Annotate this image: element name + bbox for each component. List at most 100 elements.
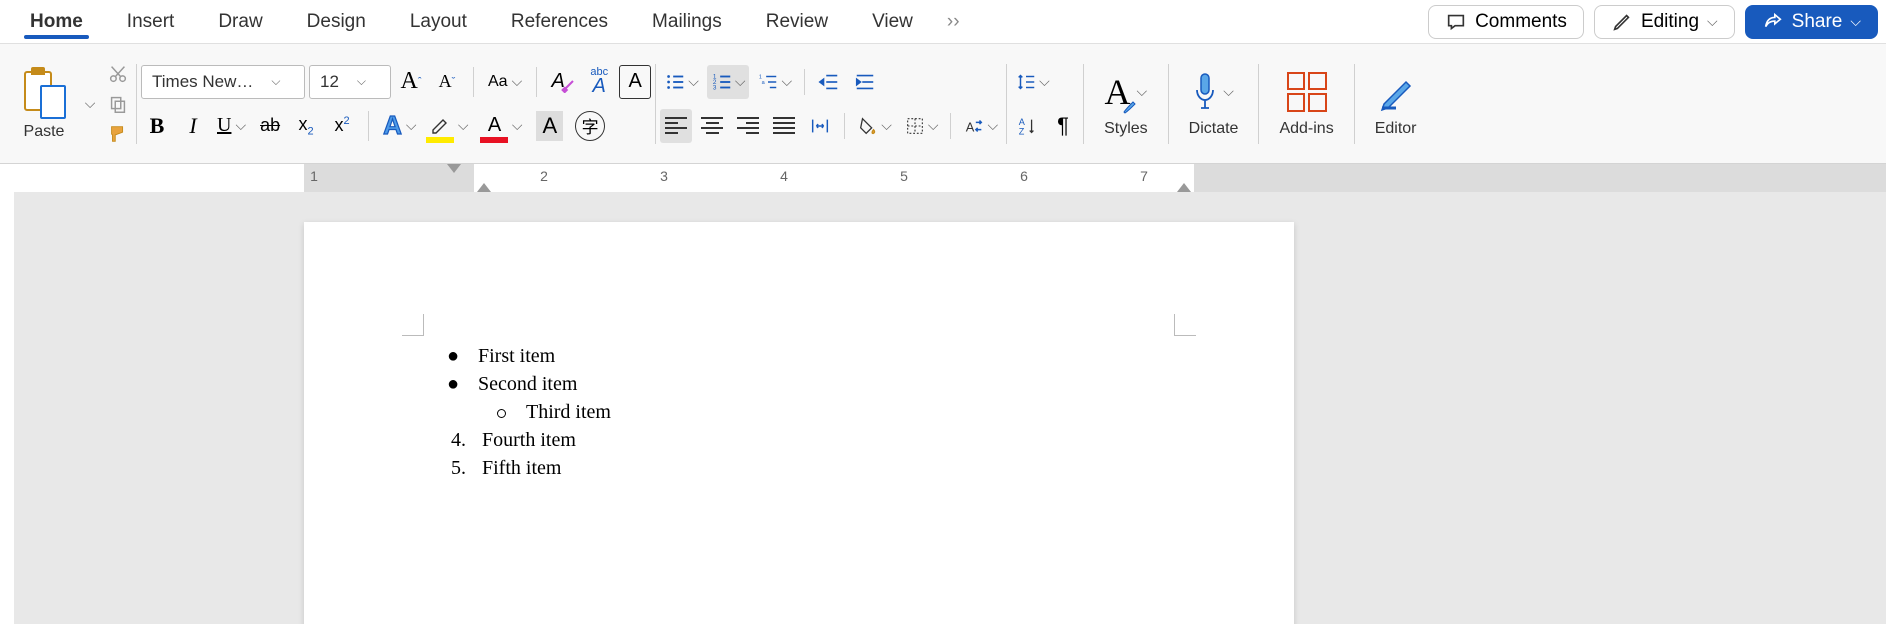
font-size-combo[interactable]: 12⌵ xyxy=(309,65,391,99)
copy-button[interactable] xyxy=(104,92,132,116)
borders-button[interactable]: ⌵ xyxy=(900,109,943,143)
tab-home[interactable]: Home xyxy=(8,0,105,43)
tab-insert[interactable]: Insert xyxy=(105,0,197,43)
editor-icon xyxy=(1376,72,1416,112)
numbered-list-button[interactable]: 123 ⌵ xyxy=(707,65,750,99)
addins-button[interactable]: Add-ins xyxy=(1263,66,1349,142)
list-item[interactable]: ●First item xyxy=(444,342,1194,370)
styles-icon: A xyxy=(1105,71,1131,113)
list-item[interactable]: Third item xyxy=(444,398,1194,426)
ruler-tick-label: 7 xyxy=(1140,168,1148,184)
share-icon xyxy=(1762,11,1784,33)
ruler-tick-label: 4 xyxy=(780,168,788,184)
tab-layout[interactable]: Layout xyxy=(388,0,489,43)
sort-button[interactable]: AZ xyxy=(1011,109,1043,143)
first-line-indent-marker[interactable] xyxy=(447,164,461,173)
tabs-overflow-icon[interactable]: ›› xyxy=(935,11,972,33)
margin-corner xyxy=(402,314,424,336)
dictate-button[interactable]: ⌵ Dictate xyxy=(1173,66,1255,142)
multilevel-list-button[interactable]: 1a ⌵ xyxy=(753,65,796,99)
justify-button[interactable] xyxy=(768,109,800,143)
hanging-indent-marker[interactable] xyxy=(477,183,491,192)
tab-view[interactable]: View xyxy=(850,0,935,43)
styles-button[interactable]: A ⌵ Styles xyxy=(1088,66,1164,142)
align-left-button[interactable] xyxy=(660,109,692,143)
decrease-indent-button[interactable] xyxy=(813,65,845,99)
ruler-tick-label: 3 xyxy=(660,168,668,184)
ribbon-home: Paste ⌵ Times New…⌵ 12⌵ Aˆ Aˇ Aa⌵ xyxy=(0,44,1886,164)
ruler[interactable]: 1 2 3 4 5 6 7 xyxy=(0,164,1886,192)
text-direction-button[interactable]: A ⌵ xyxy=(959,109,1002,143)
comments-button[interactable]: Comments xyxy=(1428,5,1584,39)
chevron-down-icon: ⌵ xyxy=(263,74,288,89)
svg-text:3: 3 xyxy=(713,84,717,91)
change-case-button[interactable]: Aa⌵ xyxy=(484,65,526,99)
format-painter-button[interactable] xyxy=(104,122,132,146)
addins-icon xyxy=(1287,72,1327,112)
editing-mode-button[interactable]: Editing ⌵ xyxy=(1594,5,1735,39)
vertical-ruler[interactable] xyxy=(0,192,14,624)
editor-button[interactable]: Editor xyxy=(1359,66,1433,142)
tab-draw[interactable]: Draw xyxy=(196,0,284,43)
align-center-button[interactable] xyxy=(696,109,728,143)
paste-menu-chevron[interactable]: ⌵ xyxy=(76,92,104,116)
chevron-down-icon: ⌵ xyxy=(1707,13,1718,30)
clear-format-button[interactable]: A xyxy=(547,65,579,99)
italic-button[interactable]: I xyxy=(177,109,209,143)
list-item[interactable]: 5.Fifth item xyxy=(444,454,1194,482)
font-name-combo[interactable]: Times New…⌵ xyxy=(141,65,305,99)
ruler-tick-label: 1 xyxy=(310,168,318,184)
ribbon-tabs: Home Insert Draw Design Layout Reference… xyxy=(0,0,1886,44)
superscript-button[interactable]: x2 xyxy=(326,109,358,143)
right-indent-marker[interactable] xyxy=(1177,183,1191,192)
bulleted-list-button[interactable]: ⌵ xyxy=(660,65,703,99)
tab-design[interactable]: Design xyxy=(285,0,388,43)
subscript-button[interactable]: x2 xyxy=(290,109,322,143)
tab-review[interactable]: Review xyxy=(744,0,850,43)
document-canvas: ●First item ●Second item Third item 4.Fo… xyxy=(0,192,1886,624)
phonetic-guide-button[interactable]: abc A xyxy=(583,65,615,99)
list-item[interactable]: ●Second item xyxy=(444,370,1194,398)
ruler-tick-label: 6 xyxy=(1020,168,1028,184)
enclose-chars-button[interactable]: 字 xyxy=(571,109,609,143)
ruler-tick-label: 5 xyxy=(900,168,908,184)
highlighter-icon xyxy=(429,116,451,136)
margin-corner xyxy=(1174,314,1196,336)
svg-text:a: a xyxy=(762,79,766,85)
line-spacing-button[interactable]: ⌵ xyxy=(1011,65,1054,99)
styles-label: Styles xyxy=(1104,120,1148,138)
bold-button[interactable]: B xyxy=(141,109,173,143)
paste-icon xyxy=(22,67,66,119)
cut-button[interactable] xyxy=(104,62,132,86)
char-shading-button[interactable]: A xyxy=(532,109,567,143)
list-item[interactable]: 4.Fourth item xyxy=(444,426,1194,454)
document-body[interactable]: ●First item ●Second item Third item 4.Fo… xyxy=(444,342,1194,482)
paragraph-marks-button[interactable]: ¶ xyxy=(1047,109,1079,143)
increase-indent-button[interactable] xyxy=(849,65,881,99)
paste-label: Paste xyxy=(24,123,65,141)
strikethrough-button[interactable]: ab xyxy=(254,109,286,143)
fill-shading-button[interactable]: ⌵ xyxy=(853,109,896,143)
increase-font-button[interactable]: Aˆ xyxy=(395,65,427,99)
addins-label: Add-ins xyxy=(1279,120,1333,138)
microphone-icon xyxy=(1193,72,1217,112)
pencil-icon xyxy=(1611,11,1633,33)
underline-button[interactable]: U⌵ xyxy=(213,109,250,143)
paste-button[interactable]: Paste xyxy=(12,52,76,155)
ruler-tick-label: 2 xyxy=(540,168,548,184)
svg-text:A: A xyxy=(966,119,975,134)
chevron-down-icon: ⌵ xyxy=(1850,13,1861,30)
char-border-button[interactable]: A xyxy=(619,65,651,99)
distributed-button[interactable] xyxy=(804,109,836,143)
decrease-font-button[interactable]: Aˇ xyxy=(431,65,463,99)
text-effects-button[interactable]: A⌵ xyxy=(379,109,420,143)
tab-references[interactable]: References xyxy=(489,0,630,43)
tab-mailings[interactable]: Mailings xyxy=(630,0,744,43)
align-right-button[interactable] xyxy=(732,109,764,143)
svg-text:Z: Z xyxy=(1019,126,1025,136)
comment-icon xyxy=(1445,11,1467,33)
font-color-button[interactable]: A ⌵ xyxy=(478,109,510,143)
document-page[interactable]: ●First item ●Second item Third item 4.Fo… xyxy=(304,222,1294,624)
share-button[interactable]: Share ⌵ xyxy=(1745,5,1878,39)
highlight-button[interactable]: ⌵ xyxy=(424,109,456,143)
